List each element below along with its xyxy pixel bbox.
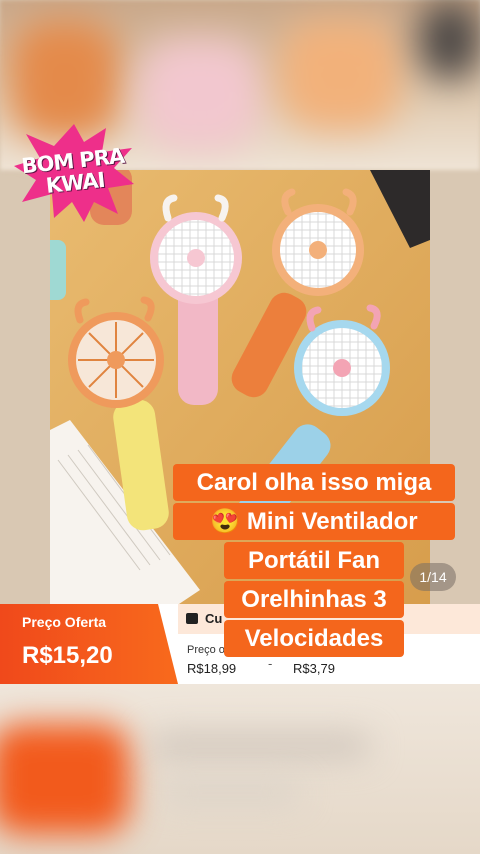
original-price-value: R$18,99 [187,661,237,676]
coupon-text: Cu [205,611,223,626]
caption-line-2: 😍 Mini Ventilador [173,503,455,540]
caption-line-1: Carol olha isso miga [173,464,455,501]
caption-line-4: Orelhinhas 3 [224,581,404,618]
offer-price-label: Preço Oferta [22,614,107,630]
offer-price-value: R$15,20 [22,642,113,669]
blurred-background-bottom [0,684,480,854]
badge-line2: KWAI [44,167,106,198]
discount-value: R$3,79 [293,661,335,676]
image-counter: 1/14 [410,563,456,591]
caption-line-3: Portátil Fan [224,542,404,579]
price-separator: - [268,656,273,671]
coupon-icon [186,613,198,624]
original-price-label: Preço o [187,644,225,656]
caption-line-5: Velocidades [224,620,404,657]
bom-pra-kwai-badge: BOM PRA KWAI [14,122,134,222]
